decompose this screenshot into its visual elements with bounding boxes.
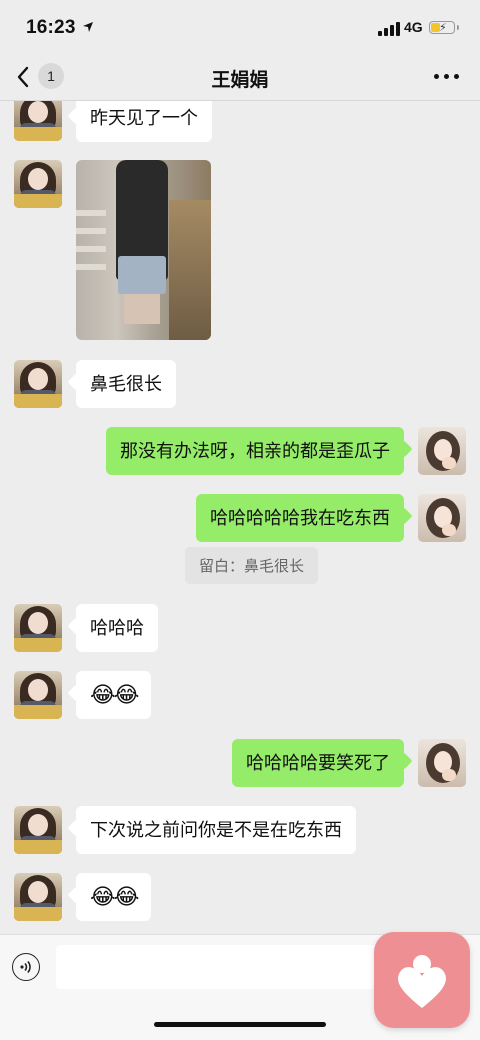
message-bubble[interactable]: 那没有办法呀，相亲的都是歪瓜子 xyxy=(106,427,404,475)
chat-title: 王娟娟 xyxy=(211,70,269,91)
message-bubble[interactable]: 鼻毛很长 xyxy=(76,360,176,408)
contact-avatar[interactable] xyxy=(14,360,62,408)
my-avatar[interactable] xyxy=(418,739,466,787)
contact-avatar[interactable] xyxy=(14,873,62,921)
message-bubble[interactable]: 😂😂 xyxy=(76,671,152,719)
photo-message[interactable] xyxy=(76,160,211,340)
home-indicator xyxy=(154,1022,326,1027)
message-bubble[interactable]: 哈哈哈 xyxy=(76,604,158,652)
heart-app-icon[interactable] xyxy=(374,932,470,1028)
voice-icon[interactable] xyxy=(12,953,40,981)
location-arrow-icon xyxy=(82,20,94,38)
network-type: 4G xyxy=(404,19,423,35)
chat-header: 1 王娟娟 xyxy=(0,56,480,101)
message-bubble[interactable]: 哈哈哈哈要笑死了 xyxy=(232,739,404,787)
message-input[interactable] xyxy=(56,945,386,989)
contact-avatar[interactable] xyxy=(14,604,62,652)
contact-avatar[interactable] xyxy=(14,671,62,719)
quoted-reply[interactable]: 留白：鼻毛很长 xyxy=(184,547,318,584)
message-list[interactable]: 昨天见了一个 鼻毛很长 那没有办法呀，相亲的都是歪瓜子 哈哈哈哈哈我在吃东西 留… xyxy=(0,101,480,934)
message-bubble[interactable]: 😂😂 xyxy=(76,873,152,921)
message-bubble[interactable]: 昨天见了一个 xyxy=(76,101,212,142)
my-avatar[interactable] xyxy=(418,427,466,475)
status-bar: 16:23 4G ⚡ xyxy=(0,0,480,56)
battery-icon: ⚡ xyxy=(429,21,459,34)
more-dots-icon[interactable] xyxy=(434,74,459,79)
contact-avatar[interactable] xyxy=(14,101,62,141)
message-bubble[interactable]: 哈哈哈哈哈我在吃东西 xyxy=(196,494,404,542)
contact-avatar[interactable] xyxy=(14,806,62,854)
my-avatar[interactable] xyxy=(418,494,466,542)
message-bubble[interactable]: 下次说之前问你是不是在吃东西 xyxy=(76,806,356,854)
contact-avatar[interactable] xyxy=(14,160,62,208)
status-time: 16:23 xyxy=(26,17,76,38)
signal-icon xyxy=(378,22,400,36)
